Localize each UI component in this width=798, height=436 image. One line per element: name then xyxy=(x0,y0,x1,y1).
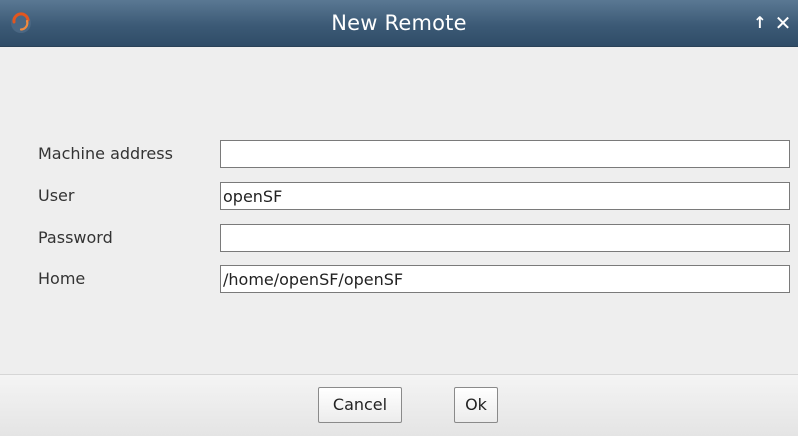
window-title: New Remote xyxy=(331,11,467,35)
home-label: Home xyxy=(38,269,86,288)
machine-address-input[interactable] xyxy=(220,140,790,168)
user-label: User xyxy=(38,186,75,205)
ok-button[interactable]: Ok xyxy=(454,387,498,423)
maximize-icon[interactable]: ↑ xyxy=(750,0,770,46)
close-icon[interactable]: ✕ xyxy=(772,0,794,46)
home-input[interactable] xyxy=(220,265,790,293)
machine-address-label: Machine address xyxy=(38,144,173,163)
title-bar[interactable]: New Remote ↑ ✕ xyxy=(0,0,798,47)
cancel-button[interactable]: Cancel xyxy=(318,387,402,423)
password-label: Password xyxy=(38,228,113,247)
user-input[interactable] xyxy=(220,182,790,210)
new-remote-dialog: New Remote ↑ ✕ Machine address User Pass… xyxy=(0,0,798,436)
password-input[interactable] xyxy=(220,224,790,252)
